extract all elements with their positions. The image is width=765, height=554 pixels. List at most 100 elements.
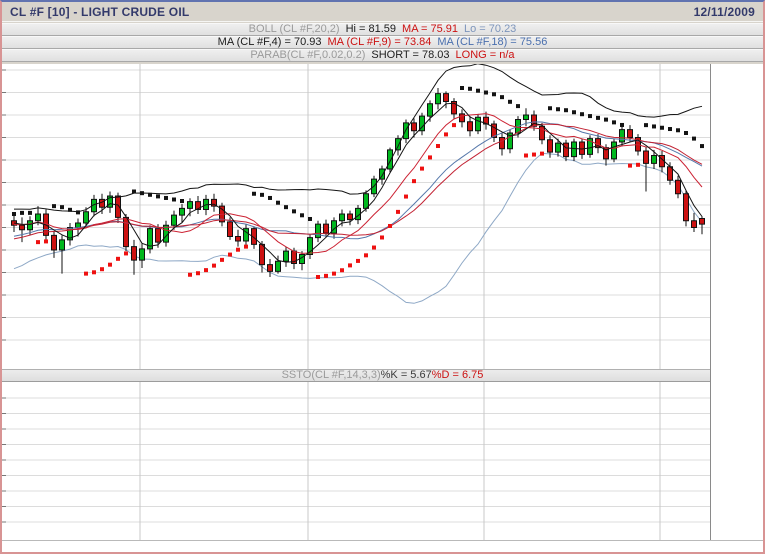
candle-up (620, 130, 625, 142)
candle-down (412, 123, 417, 131)
candle-down (684, 194, 689, 221)
psar-dot-long (188, 273, 192, 277)
psar-dot-short (52, 204, 56, 208)
candle-down (100, 199, 105, 207)
psar-dot-long (244, 245, 248, 249)
psar-dot-short (588, 114, 592, 118)
candle-down (236, 237, 241, 242)
psar-dot-short (700, 144, 704, 148)
chart-date: 12/11/2009 (694, 5, 755, 19)
psar-dot-long (524, 154, 528, 158)
ma4-value: MA (CL #F,4) = 70.93 (218, 37, 322, 48)
candle-down (444, 94, 449, 102)
psar-dot-long (444, 132, 448, 136)
psar-dot-short (612, 120, 616, 124)
stochastic-chart-panel[interactable] (2, 382, 710, 540)
psar-dot-long (340, 268, 344, 272)
candle-down (260, 244, 265, 264)
candle-up (316, 224, 321, 238)
price-chart-svg (2, 64, 710, 369)
candle-down (52, 235, 57, 250)
candle-down (116, 196, 121, 217)
candle-down (676, 180, 681, 194)
psar-dot-short (580, 112, 584, 116)
psar-dot-short (68, 208, 72, 212)
psar-dot-short (260, 193, 264, 197)
candle-up (284, 251, 289, 261)
psar-dot-long (36, 240, 40, 244)
psar-dot-long (412, 179, 416, 183)
ssto-d-value: %D = 6.75 (432, 370, 484, 381)
psar-dot-short (652, 124, 656, 128)
psar-dot-long (388, 224, 392, 228)
psar-dot-short (148, 193, 152, 197)
indicator-row-moving-averages[interactable]: MA (CL #F,4) = 70.93 MA (CL #F,9) = 73.8… (2, 36, 763, 49)
psar-dot-long (108, 263, 112, 267)
indicator-row-stochastic[interactable]: SSTO(CL #F,14,3,3) %K = 5.67 %D = 6.75 (2, 369, 763, 382)
psar-dot-long (380, 235, 384, 239)
psar-dot-long (372, 246, 376, 250)
psar-dot-short (268, 196, 272, 200)
bollinger-params-label: BOLL (CL #F,20,2) (249, 24, 340, 35)
ma9-line (14, 114, 702, 254)
psar-dot-long (236, 248, 240, 252)
candle-up (436, 94, 441, 104)
psar-dot-short (596, 116, 600, 120)
psar-dot-long (396, 210, 400, 214)
parabolic-params-label: PARAB(CL #F,0.02,0.2) (250, 50, 365, 61)
psar-dot-long (428, 155, 432, 159)
candle-down (580, 142, 585, 154)
psar-dot-long (84, 272, 88, 276)
psar-dot-long (628, 164, 632, 168)
psar-dot-short (468, 87, 472, 91)
parabolic-long-value: LONG = n/a (456, 50, 515, 61)
ssto-k-value: %K = 5.67 (381, 370, 432, 381)
psar-dot-long (196, 271, 200, 275)
candle-up (188, 202, 193, 209)
indicator-row-bollinger[interactable]: BOLL (CL #F,20,2) Hi = 81.59 MA = 75.91 … (2, 23, 763, 36)
psar-dot-long (364, 253, 368, 257)
psar-dot-long (420, 167, 424, 171)
candle-up (364, 194, 369, 209)
price-chart-panel[interactable] (2, 64, 710, 369)
psar-dot-short (548, 106, 552, 110)
psar-dot-short (508, 100, 512, 104)
time-axis[interactable]: Daily (2, 540, 763, 554)
candle-down (324, 224, 329, 233)
price-axis[interactable] (710, 64, 765, 540)
psar-dot-short (140, 191, 144, 195)
indicator-row-parabolic[interactable]: PARAB(CL #F,0.02,0.2) SHORT = 78.03 LONG… (2, 49, 763, 62)
psar-dot-short (604, 118, 608, 122)
candle-up (36, 214, 41, 221)
psar-dot-long (204, 268, 208, 272)
psar-dot-long (332, 272, 336, 276)
candle-up (388, 150, 393, 169)
psar-dot-long (436, 144, 440, 148)
psar-dot-long (220, 258, 224, 262)
ma18-value: MA (CL #F,18) = 75.56 (437, 37, 547, 48)
psar-dot-short (132, 190, 136, 194)
psar-dot-short (164, 196, 168, 200)
psar-dot-short (564, 108, 568, 112)
psar-dot-long (636, 163, 640, 167)
psar-dot-long (540, 152, 544, 156)
psar-dot-short (252, 192, 256, 196)
psar-dot-short (692, 137, 696, 141)
candle-down (468, 122, 473, 131)
candle-up (340, 214, 345, 221)
psar-dot-long (324, 274, 328, 278)
candle-down (20, 225, 25, 230)
psar-dot-short (556, 107, 560, 111)
bollinger-ma-value: MA = 75.91 (402, 24, 458, 35)
psar-dot-short (12, 212, 16, 216)
psar-dot-short (644, 123, 648, 127)
candle-up (396, 139, 401, 150)
psar-dot-long (452, 123, 456, 127)
symbol-title: CL #F [10] - LIGHT CRUDE OIL (10, 5, 189, 19)
candle-down (540, 126, 545, 140)
psar-dot-short (484, 91, 488, 95)
psar-dot-short (276, 201, 280, 205)
axis-separator-line (710, 64, 711, 554)
candle-up (652, 156, 657, 164)
candle-up (612, 142, 617, 159)
